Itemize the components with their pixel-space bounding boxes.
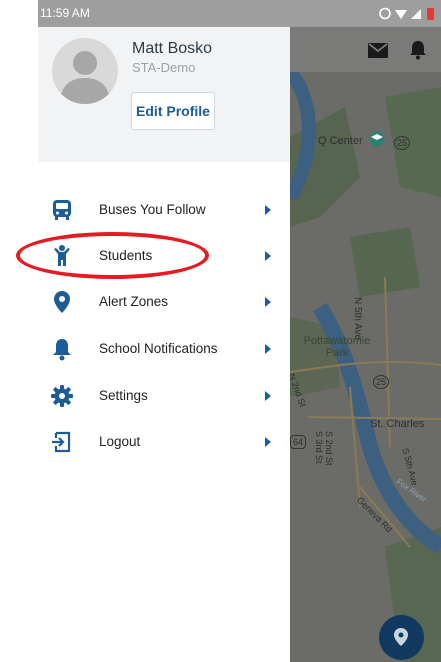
map-label-pottawatomie-park: Pottawatomie Park bbox=[303, 335, 371, 359]
menu-label: Alert Zones bbox=[99, 294, 169, 309]
logout-icon bbox=[52, 431, 71, 453]
bus-icon bbox=[53, 200, 71, 220]
mail-icon[interactable] bbox=[368, 43, 388, 58]
map-view[interactable]: Q Center 25 N 5th Ave Pottawatomie Park … bbox=[290, 27, 441, 662]
chevron-right-icon bbox=[265, 437, 271, 447]
organization-name: STA-Demo bbox=[132, 60, 196, 75]
education-marker-icon bbox=[369, 131, 385, 147]
edit-profile-button[interactable]: Edit Profile bbox=[131, 92, 215, 130]
menu-item-logout[interactable]: Logout bbox=[38, 422, 290, 462]
menu-label: School Notifications bbox=[99, 341, 218, 356]
chevron-right-icon bbox=[265, 391, 271, 401]
map-label-n-5th-ave: N 5th Ave bbox=[352, 297, 363, 341]
chevron-right-icon bbox=[265, 251, 271, 261]
students-highlight-annotation bbox=[16, 232, 209, 279]
phone-screen: 11:59 AM Q Center 25 N 5th Ave Pottawato… bbox=[38, 0, 441, 662]
status-icons bbox=[379, 7, 434, 20]
map-label-s-3rd-st: S 3rd St bbox=[314, 431, 324, 464]
status-time: 11:59 AM bbox=[40, 6, 90, 20]
map-label-route-25-b: 25 bbox=[373, 375, 390, 389]
map-label-s-2nd-st: S 2nd St bbox=[324, 431, 334, 466]
menu-label: Settings bbox=[99, 388, 148, 403]
menu-label: Logout bbox=[99, 434, 141, 449]
bell-icon bbox=[53, 339, 71, 361]
map-top-bar bbox=[290, 27, 441, 72]
user-name: Matt Bosko bbox=[132, 40, 213, 57]
menu-item-settings[interactable]: Settings bbox=[38, 376, 290, 416]
map-label-st-charles: St. Charles bbox=[370, 418, 425, 430]
map-label-q-center: Q Center bbox=[318, 135, 363, 147]
chevron-right-icon bbox=[265, 344, 271, 354]
menu-item-buses-you-follow[interactable]: Buses You Follow bbox=[38, 190, 290, 230]
gear-icon bbox=[51, 385, 73, 407]
default-avatar-icon bbox=[60, 51, 110, 104]
map-label-route-25-a: 25 bbox=[394, 136, 411, 150]
locate-fab[interactable] bbox=[379, 615, 424, 660]
chevron-right-icon bbox=[265, 297, 271, 307]
location-pin-icon bbox=[394, 628, 408, 646]
map-label-route-64: 64 bbox=[290, 435, 307, 449]
chevron-right-icon bbox=[265, 205, 271, 215]
menu-item-alert-zones[interactable]: Alert Zones bbox=[38, 282, 290, 322]
profile-header: Matt Bosko STA-Demo Edit Profile bbox=[38, 27, 290, 162]
status-bar: 11:59 AM bbox=[38, 0, 441, 27]
notifications-bell-icon[interactable] bbox=[409, 40, 427, 60]
navigation-drawer: Matt Bosko STA-Demo Edit Profile Buses Y… bbox=[38, 27, 290, 662]
menu-item-school-notifications[interactable]: School Notifications bbox=[38, 329, 290, 369]
menu-label: Buses You Follow bbox=[99, 202, 206, 217]
location-pin-icon bbox=[54, 291, 70, 313]
avatar bbox=[52, 38, 118, 104]
